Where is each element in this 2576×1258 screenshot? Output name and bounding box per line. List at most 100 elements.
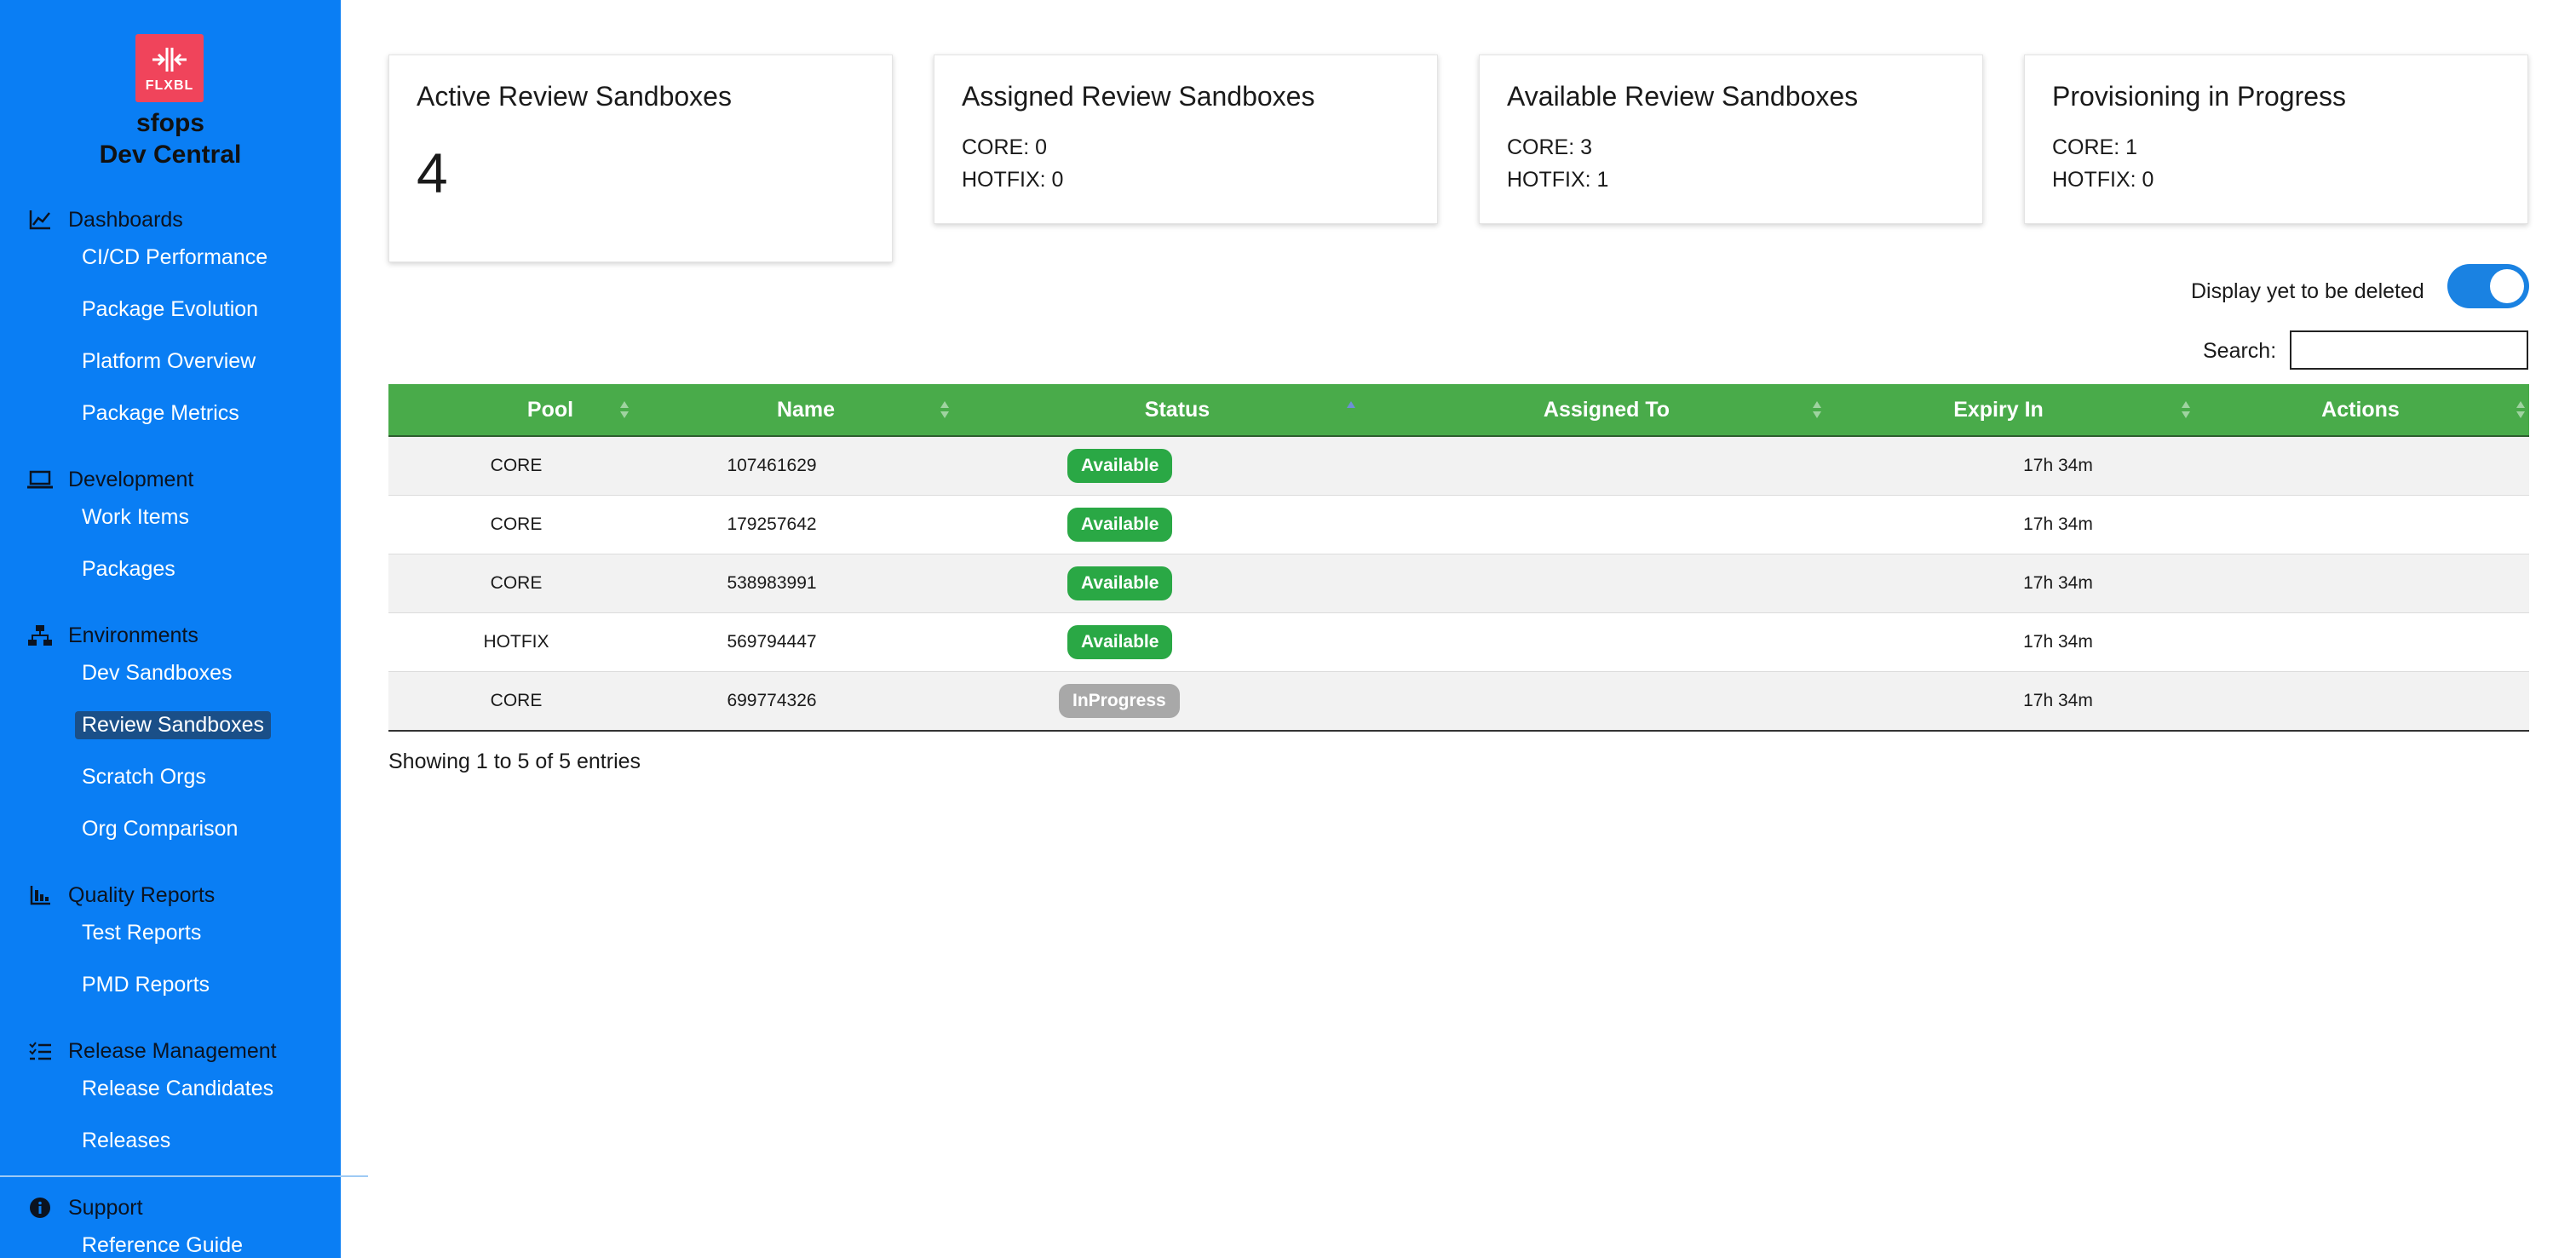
card-active-review-sandboxes: Active Review Sandboxes 4 (388, 55, 893, 262)
column-header-label: Assigned To (1543, 397, 1670, 422)
table-row[interactable]: HOTFIX 569794447 Available 17h 34m (388, 613, 2529, 672)
sidebar-item-work-items[interactable]: Work Items (75, 503, 196, 531)
cell-name: 699774326 (727, 691, 817, 710)
cell-status: Available (973, 437, 1382, 495)
cell-status: Available (973, 496, 1382, 554)
sidebar: FLXBL sfops Dev Central Dashboards CI/CD… (0, 0, 341, 1258)
cell-pool: CORE (490, 691, 543, 710)
logo-text: FLXBL (145, 78, 194, 93)
sidebar-item-cicd-performance[interactable]: CI/CD Performance (75, 244, 274, 272)
cell-pool: CORE (490, 573, 543, 593)
cell-pool: CORE (490, 456, 543, 475)
sidebar-item-scratch-orgs[interactable]: Scratch Orgs (75, 763, 213, 791)
sidebar-item-platform-overview[interactable]: Platform Overview (75, 348, 262, 376)
cell-assigned-to (1360, 554, 1854, 612)
cell-expiry: 17h 34m (2023, 573, 2093, 593)
card-hotfix-count: HOTFIX: 1 (1507, 168, 1609, 192)
cell-actions (2211, 496, 2510, 554)
card-title: Provisioning in Progress (2052, 81, 2347, 112)
checklist-icon (26, 1037, 55, 1066)
bar-chart-icon (26, 881, 55, 910)
card-title: Active Review Sandboxes (417, 81, 732, 112)
nav-section-development[interactable]: Development (26, 462, 193, 497)
column-header-name[interactable]: Name (644, 384, 968, 435)
sidebar-divider (0, 1175, 368, 1177)
card-assigned-review-sandboxes: Assigned Review Sandboxes CORE: 0 HOTFIX… (934, 55, 1438, 224)
column-header-assigned-to[interactable]: Assigned To (1360, 384, 1854, 435)
sidebar-item-dev-sandboxes[interactable]: Dev Sandboxes (75, 659, 239, 687)
card-core-count: CORE: 1 (2052, 135, 2138, 159)
column-header-label: Name (776, 397, 836, 422)
sidebar-item-reference-guide[interactable]: Reference Guide (75, 1232, 250, 1258)
column-header-label: Status (1144, 397, 1210, 422)
cell-status: Available (973, 613, 1382, 671)
card-core-count: CORE: 3 (1507, 135, 1593, 159)
cell-expiry: 17h 34m (2023, 514, 2093, 534)
card-core-count: CORE: 0 (962, 135, 1048, 159)
nav-section-dashboards[interactable]: Dashboards (26, 203, 183, 237)
card-title: Assigned Review Sandboxes (962, 81, 1315, 112)
status-badge: Available (1067, 625, 1173, 659)
sort-icon[interactable] (939, 399, 951, 420)
sort-icon[interactable] (2515, 399, 2527, 420)
toggle-label: Display yet to be deleted (2191, 279, 2424, 303)
nav-section-environments[interactable]: Environments (26, 618, 198, 652)
cell-expiry: 17h 34m (2023, 456, 2093, 475)
nav-section-label: Quality Reports (68, 882, 216, 907)
card-hotfix-count: HOTFIX: 0 (962, 168, 1064, 192)
nav-section-quality-reports[interactable]: Quality Reports (26, 878, 215, 912)
table-info: Showing 1 to 5 of 5 entries (388, 750, 641, 773)
nav-section-support[interactable]: Support (26, 1191, 143, 1225)
display-deleted-toggle[interactable] (2447, 264, 2529, 308)
search-input[interactable] (2290, 330, 2528, 370)
table-row[interactable]: CORE 107461629 Available 17h 34m (388, 437, 2529, 496)
sidebar-item-test-reports[interactable]: Test Reports (75, 919, 208, 947)
sidebar-item-release-candidates[interactable]: Release Candidates (75, 1075, 280, 1103)
column-header-label: Pool (526, 397, 574, 422)
cell-name: 569794447 (727, 632, 817, 652)
sidebar-item-review-sandboxes[interactable]: Review Sandboxes (75, 711, 272, 739)
flxbl-logo: FLXBL (135, 34, 204, 102)
cell-expiry: 17h 34m (2023, 632, 2093, 652)
sort-icon[interactable] (2180, 399, 2192, 420)
nav-section-label: Dashboards (68, 207, 183, 232)
column-header-label: Actions (2321, 397, 2400, 422)
sort-icon[interactable] (618, 399, 630, 420)
cell-assigned-to (1360, 496, 1854, 554)
cell-expiry: 17h 34m (2023, 691, 2093, 710)
review-sandboxes-table: Pool Name Status Assigned To Expiry In A… (388, 384, 2529, 732)
cell-assigned-to (1360, 437, 1854, 495)
cell-status: Available (973, 554, 1382, 612)
status-badge: InProgress (1059, 684, 1180, 718)
cell-assigned-to (1360, 613, 1854, 671)
cell-actions (2211, 554, 2510, 612)
logo-mark-icon (152, 48, 187, 72)
column-header-expiry-in[interactable]: Expiry In (1837, 384, 2160, 435)
cell-status: InProgress (973, 672, 1382, 730)
cell-actions (2211, 613, 2510, 671)
table-row[interactable]: CORE 538983991 Available 17h 34m (388, 554, 2529, 613)
card-provisioning-in-progress: Provisioning in Progress CORE: 1 HOTFIX:… (2024, 55, 2528, 224)
sidebar-item-org-comparison[interactable]: Org Comparison (75, 815, 244, 843)
brand-subtitle: Dev Central (99, 141, 242, 169)
column-header-status[interactable]: Status (973, 384, 1382, 435)
sort-icon[interactable] (1811, 399, 1823, 420)
table-row[interactable]: CORE 179257642 Available 17h 34m (388, 496, 2529, 554)
nav-section-label: Release Management (68, 1038, 277, 1063)
brand-name: sfops (135, 109, 204, 137)
sidebar-item-pmd-reports[interactable]: PMD Reports (75, 971, 216, 999)
table-row[interactable]: CORE 699774326 InProgress 17h 34m (388, 672, 2529, 732)
card-hotfix-count: HOTFIX: 0 (2052, 168, 2154, 192)
sidebar-item-package-metrics[interactable]: Package Metrics (75, 399, 246, 428)
cell-assigned-to (1360, 672, 1854, 730)
cell-name: 179257642 (727, 514, 817, 534)
cell-pool: CORE (490, 514, 543, 534)
sort-asc-icon[interactable] (1345, 399, 1357, 420)
sidebar-item-packages[interactable]: Packages (75, 555, 182, 583)
column-header-actions[interactable]: Actions (2211, 384, 2510, 435)
sidebar-item-package-evolution[interactable]: Package Evolution (75, 296, 265, 324)
nav-section-release-management[interactable]: Release Management (26, 1034, 277, 1068)
card-title: Available Review Sandboxes (1507, 81, 1859, 112)
nav-section-label: Support (68, 1195, 143, 1220)
sidebar-item-releases[interactable]: Releases (75, 1127, 177, 1155)
